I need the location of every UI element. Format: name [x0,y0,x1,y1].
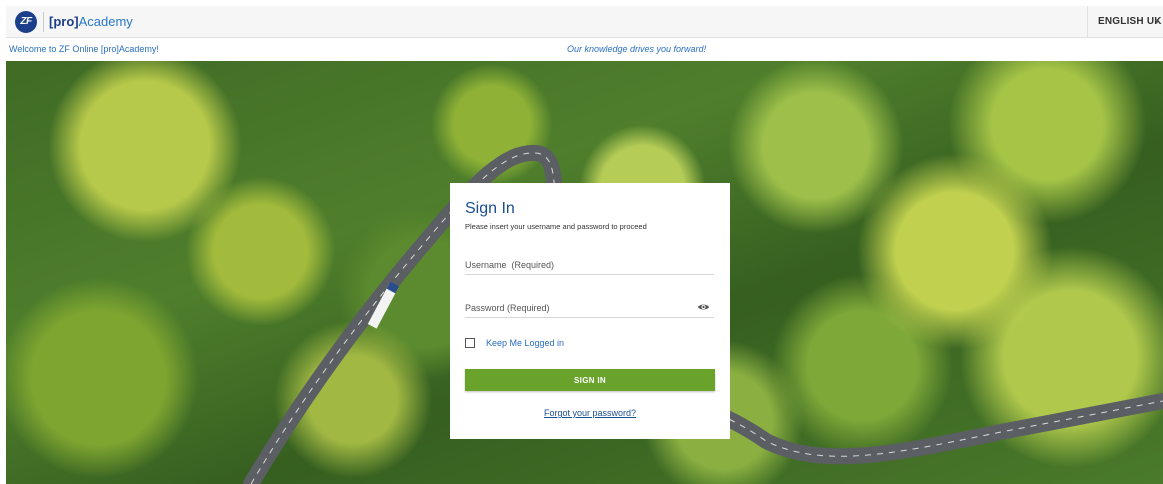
language-selector[interactable]: ENGLISH UK [1098,16,1162,27]
username-field[interactable] [465,255,714,275]
academy-brand[interactable]: [pro]Academy [49,14,133,29]
language-divider [1087,6,1088,37]
password-input[interactable] [465,303,685,313]
welcome-strip: Welcome to ZF Online [pro]Academy! Our k… [6,38,1163,60]
eye-icon[interactable] [697,302,710,312]
chevron-down-icon[interactable]: ▾ [1155,17,1159,26]
logo-divider [43,12,44,32]
brand-suffix: Academy [78,14,133,29]
signin-title: Sign In [465,200,515,217]
forgot-password-link[interactable]: Forgot your password? [450,408,730,418]
welcome-text: Welcome to ZF Online [pro]Academy! [9,44,159,54]
signin-card: Sign In Please insert your username and … [450,183,730,439]
top-header: ZF [pro]Academy ENGLISH UK ▾ [6,6,1163,38]
tagline-text: Our knowledge drives you forward! [567,44,707,54]
signin-button[interactable]: SIGN IN [465,369,715,391]
brand-prefix: [pro] [49,14,79,29]
username-input[interactable] [465,260,685,270]
keep-logged-in-checkbox[interactable] [465,338,475,348]
zf-logo[interactable]: ZF [15,11,37,33]
keep-logged-in-label[interactable]: Keep Me Logged in [486,338,564,348]
password-field[interactable] [465,298,714,318]
signin-subtitle: Please insert your username and password… [465,222,647,231]
